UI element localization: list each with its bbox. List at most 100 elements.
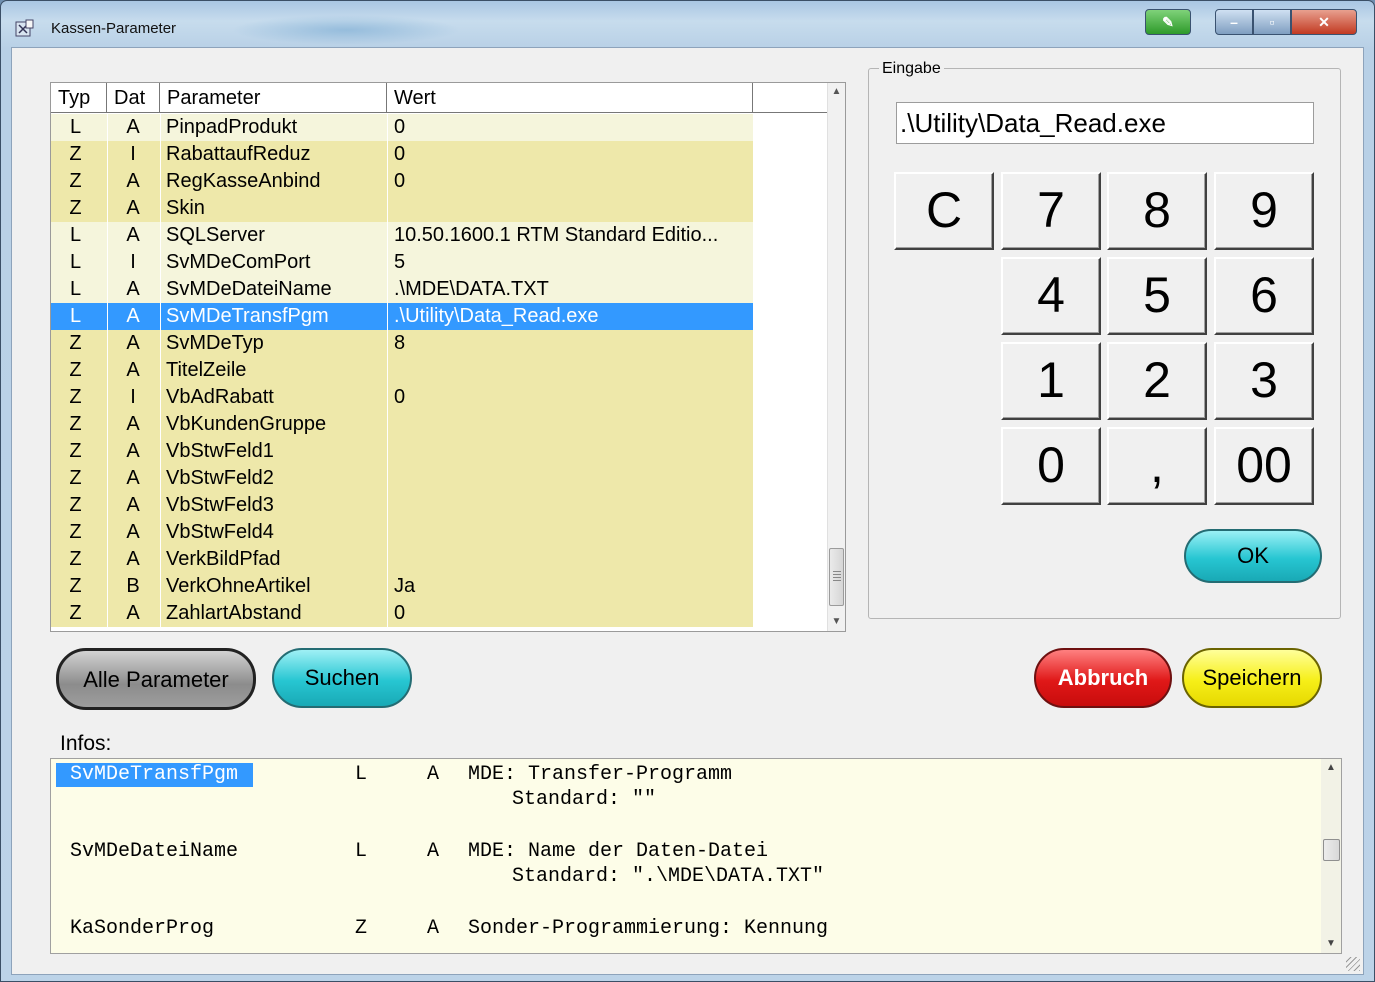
grid-row[interactable]: L I SvMDeComPort 5 [51, 249, 831, 276]
cell-wert: Ja [394, 575, 416, 597]
scroll-up-icon[interactable]: ▲ [1321, 759, 1341, 777]
key-00[interactable]: 00 [1214, 427, 1314, 505]
info-typ-3: Z [355, 917, 368, 940]
grid-row[interactable]: Z A RegKasseAnbind 0 [51, 168, 831, 195]
grid-header: Typ Dat Parameter Wert [51, 83, 831, 113]
cell-parameter: VerkBildPfad [166, 548, 281, 570]
cell-wert: 0 [394, 386, 406, 408]
column-header-typ[interactable]: Typ [51, 83, 107, 113]
infos-box[interactable]: SvMDeTransfPgm L A MDE: Transfer-Program… [50, 758, 1342, 954]
grid-row[interactable]: L A PinpadProdukt 0 [51, 114, 831, 141]
grid-row[interactable]: Z I VbAdRabatt 0 [51, 384, 831, 411]
cell-dat: A [126, 305, 140, 327]
minimize-button[interactable]: – [1215, 9, 1253, 35]
cell-wert [387, 465, 752, 492]
grip-icon [833, 571, 841, 583]
close-button[interactable]: ✕ [1291, 9, 1357, 35]
grid-row[interactable]: Z A VbStwFeld3 [51, 492, 831, 519]
key-2[interactable]: 2 [1107, 342, 1207, 420]
key-1[interactable]: 1 [1001, 342, 1101, 420]
cell-parameter: Skin [166, 197, 205, 219]
scroll-up-icon[interactable]: ▲ [828, 83, 845, 101]
cell-empty [753, 195, 831, 222]
cell-dat: A [126, 332, 140, 354]
cell-typ: Z [69, 170, 82, 192]
grid-row[interactable]: Z A VerkBildPfad [51, 546, 831, 573]
key-6[interactable]: 6 [1214, 257, 1314, 335]
cell-wert: 5 [394, 251, 406, 273]
abbruch-button[interactable]: Abbruch [1034, 648, 1172, 708]
grid-row[interactable]: Z A VbStwFeld1 [51, 438, 831, 465]
cell-wert: 0 [394, 170, 406, 192]
info-std-1: Standard: "" [512, 788, 657, 811]
key-clear[interactable]: C [894, 172, 994, 250]
cell-parameter: VbStwFeld3 [166, 494, 274, 516]
cell-empty [753, 330, 831, 357]
alle-parameter-button[interactable]: Alle Parameter [56, 648, 256, 710]
grid-row[interactable]: Z A Skin [51, 195, 831, 222]
scroll-thumb[interactable] [1323, 839, 1340, 861]
grid-row[interactable]: Z A SvMDeTyp 8 [51, 330, 831, 357]
cell-wert: .\MDE\DATA.TXT [394, 278, 549, 300]
info-name-2: SvMDeDateiName [70, 840, 239, 863]
cell-dat: A [126, 359, 140, 381]
grid-row[interactable]: Z A ZahlartAbstand 0 [51, 600, 831, 627]
cell-dat: I [130, 251, 136, 273]
grid-row[interactable]: Z I RabattaufReduz 0 [51, 141, 831, 168]
key-7[interactable]: 7 [1001, 172, 1101, 250]
grid-row[interactable]: Z B VerkOhneArtikel Ja [51, 573, 831, 600]
grid-row[interactable]: L A SvMDeDateiName .\MDE\DATA.TXT [51, 276, 831, 303]
info-typ-1: L [355, 763, 368, 786]
column-header-dat[interactable]: Dat [107, 83, 160, 113]
column-header-wert[interactable]: Wert [387, 83, 753, 113]
grid-scrollbar[interactable]: ▲ ▼ [827, 83, 845, 631]
cell-empty [753, 114, 831, 141]
keyboard-button[interactable]: ✎ [1145, 9, 1191, 35]
key-4[interactable]: 4 [1001, 257, 1101, 335]
key-comma[interactable]: , [1107, 427, 1207, 505]
scroll-down-icon[interactable]: ▼ [828, 613, 845, 631]
cell-typ: Z [69, 548, 82, 570]
scroll-down-icon[interactable]: ▼ [1321, 935, 1341, 953]
eingabe-input[interactable]: .\Utility\Data_Read.exe [896, 102, 1314, 144]
cell-wert: 8 [394, 332, 406, 354]
column-header-parameter[interactable]: Parameter [160, 83, 387, 113]
grid-row[interactable]: Z A VbKundenGruppe [51, 411, 831, 438]
grid-row[interactable]: Z A TitelZeile [51, 357, 831, 384]
cell-wert: 0 [394, 116, 406, 138]
key-8[interactable]: 8 [1107, 172, 1207, 250]
cell-empty [753, 384, 831, 411]
cell-parameter: VbAdRabatt [166, 386, 274, 408]
key-9[interactable]: 9 [1214, 172, 1314, 250]
scroll-thumb[interactable] [829, 548, 844, 606]
maximize-button[interactable]: ▫ [1253, 9, 1291, 35]
title-bar[interactable]: Kassen-Parameter ✎ – ▫ ✕ [1, 1, 1374, 47]
key-5[interactable]: 5 [1107, 257, 1207, 335]
infos-scrollbar[interactable]: ▲ ▼ [1321, 759, 1341, 953]
cell-dat: A [126, 413, 140, 435]
grid-row[interactable]: L A SQLServer 10.50.1600.1 RTM Standard Edi… [51, 222, 831, 249]
cell-typ: Z [69, 332, 82, 354]
grid-row[interactable]: Z A VbStwFeld2 [51, 465, 831, 492]
window-frame: Kassen-Parameter ✎ – ▫ ✕ Typ Dat Paramet… [0, 0, 1375, 982]
suchen-button[interactable]: Suchen [272, 648, 412, 708]
cell-typ: L [69, 305, 82, 327]
cell-typ: L [69, 251, 82, 273]
key-0[interactable]: 0 [1001, 427, 1101, 505]
cell-empty [753, 168, 831, 195]
parameter-grid[interactable]: Typ Dat Parameter Wert L A PinpadProdukt 0 Z… [50, 82, 846, 632]
cell-parameter: ZahlartAbstand [166, 602, 302, 624]
resize-grip-icon[interactable] [1346, 957, 1360, 971]
key-3[interactable]: 3 [1214, 342, 1314, 420]
cell-dat: A [126, 467, 140, 489]
grid-row[interactable]: Z A VbStwFeld4 [51, 519, 831, 546]
cell-dat: A [126, 224, 140, 246]
cell-wert [387, 546, 752, 573]
info-dat-1: A [427, 763, 440, 786]
cell-parameter: VbStwFeld2 [166, 467, 274, 489]
speichern-button[interactable]: Speichern [1182, 648, 1322, 708]
info-desc-3: Sonder-Programmierung: Kennung [468, 917, 829, 940]
ok-button[interactable]: OK [1184, 529, 1322, 583]
grid-row[interactable]: L A SvMDeTransfPgm .\Utility\Data_Read.exe [51, 303, 831, 330]
info-desc-2: MDE: Name der Daten-Datei [468, 840, 769, 863]
